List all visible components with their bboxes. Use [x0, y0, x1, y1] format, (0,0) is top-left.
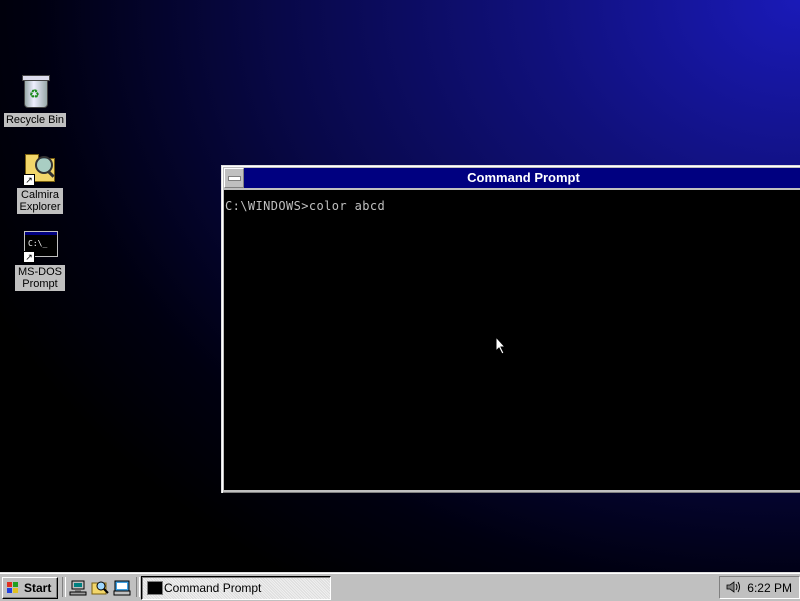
desktop-icon-label: Recycle Bin: [3, 113, 67, 127]
window-title: Command Prompt: [467, 170, 580, 185]
console-area[interactable]: C:\WINDOWS>color abcd: [224, 190, 800, 490]
start-label: Start: [24, 581, 52, 595]
windows-logo-icon: [7, 582, 19, 593]
desktop-icon-msdos-prompt[interactable]: C:\_ ↗ MS-DOS Prompt: [5, 229, 75, 292]
console-line: C:\WINDOWS>color abcd: [225, 199, 386, 213]
system-menu-button[interactable]: [224, 168, 244, 188]
network-icon[interactable]: [69, 578, 87, 596]
command-prompt-window[interactable]: Command Prompt C:\WINDOWS>color abcd: [221, 165, 800, 493]
taskbar-separator: [136, 577, 140, 597]
explorer-icon: ↗: [23, 152, 57, 186]
start-button[interactable]: Start: [2, 577, 58, 599]
volume-icon[interactable]: [725, 580, 741, 594]
mouse-pointer-icon: [495, 336, 507, 355]
recycle-bin-icon: ♻: [18, 74, 52, 108]
folder-drive-icon[interactable]: [113, 578, 131, 596]
desktop-icon-calmira-explorer[interactable]: ↗ Calmira Explorer: [5, 152, 75, 215]
taskbar: Start Command Prompt 6:22 PM: [0, 572, 800, 601]
system-tray: 6:22 PM: [719, 576, 800, 599]
msdos-prompt-icon: C:\_ ↗: [23, 229, 58, 263]
shortcut-arrow-icon: ↗: [23, 174, 35, 186]
title-bar[interactable]: Command Prompt: [224, 168, 800, 188]
shortcut-arrow-icon: ↗: [23, 251, 35, 263]
taskbar-button-command-prompt[interactable]: Command Prompt: [141, 576, 331, 600]
explorer-search-icon[interactable]: [91, 578, 109, 596]
clock[interactable]: 6:22 PM: [747, 581, 792, 595]
taskbar-separator: [62, 577, 66, 597]
console-icon: [147, 581, 163, 595]
taskbar-button-label: Command Prompt: [164, 581, 262, 595]
desktop-icon-recycle-bin[interactable]: ♻ Recycle Bin: [0, 74, 70, 128]
desktop-icon-label: Calmira Explorer: [17, 188, 63, 214]
desktop-icon-label: MS-DOS Prompt: [15, 265, 65, 291]
